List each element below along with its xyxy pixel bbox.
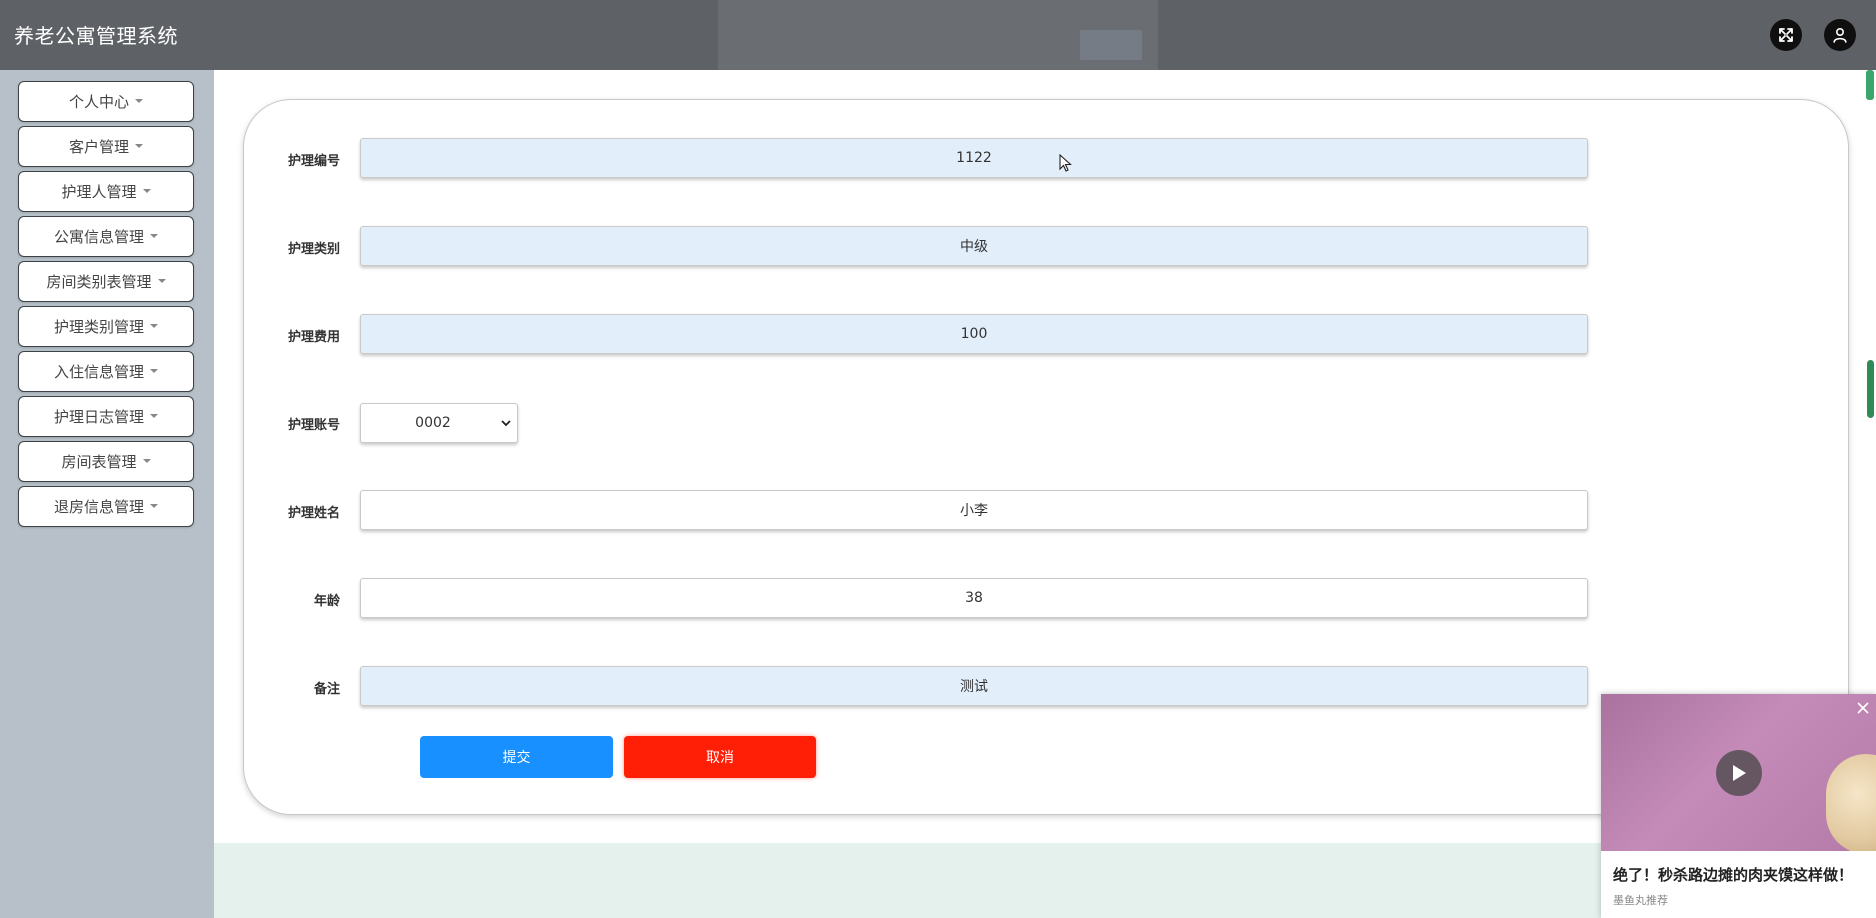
care-code-label: 护理编号 [287, 154, 340, 169]
sidebar-item-customer-management[interactable]: 客户管理 [18, 126, 194, 167]
sidebar-item-label: 客户管理 [68, 138, 129, 156]
sidebar-item-checkin-info[interactable]: 入住信息管理 [18, 351, 194, 392]
sidebar: 个人中心 客户管理 护理人管理 公寓信息管理 房间类别表管理 护理类别管理 入住… [0, 70, 214, 918]
ad-source: 墨鱼丸推荐 [1613, 894, 1668, 907]
cancel-button[interactable]: 取消 [624, 736, 816, 778]
care-code-input[interactable] [360, 138, 1588, 178]
background-overlay-button [1080, 30, 1142, 60]
fullscreen-button[interactable] [1770, 19, 1802, 51]
chevron-down-icon [495, 419, 517, 427]
close-icon [1857, 702, 1869, 714]
sidebar-item-label: 入住信息管理 [53, 363, 144, 381]
sidebar-item-label: 个人中心 [68, 93, 129, 111]
caret-down-icon [150, 503, 158, 508]
top-header: 养老公寓管理系统 [0, 0, 1876, 71]
care-category-label: 护理类别 [287, 242, 340, 257]
sidebar-item-label: 护理人管理 [61, 183, 137, 201]
user-menu-button[interactable] [1824, 19, 1856, 51]
age-label: 年龄 [313, 594, 340, 609]
care-category-input[interactable] [360, 226, 1588, 266]
sidebar-item-care-log[interactable]: 护理日志管理 [18, 396, 194, 437]
sidebar-item-care-category[interactable]: 护理类别管理 [18, 306, 194, 347]
care-account-selected-value: 0002 [415, 415, 451, 431]
caret-down-icon [142, 458, 151, 463]
food-image [1826, 754, 1876, 851]
caret-down-icon [135, 98, 143, 103]
scrollbar-top-indicator[interactable] [1866, 70, 1874, 100]
sidebar-item-label: 护理日志管理 [53, 408, 144, 426]
sidebar-item-label: 房间类别表管理 [46, 273, 152, 291]
sidebar-item-room-table[interactable]: 房间表管理 [18, 441, 194, 482]
app-title: 养老公寓管理系统 [14, 24, 178, 48]
care-account-select[interactable]: 0002 [360, 403, 518, 443]
sidebar-item-label: 公寓信息管理 [53, 228, 144, 246]
sidebar-item-room-category[interactable]: 房间类别表管理 [18, 261, 194, 302]
sidebar-item-label: 护理类别管理 [53, 318, 144, 336]
scrollbar-thumb[interactable] [1867, 360, 1874, 418]
caret-down-icon [150, 368, 158, 373]
care-fee-input[interactable] [360, 314, 1588, 354]
sidebar-item-label: 退房信息管理 [53, 498, 144, 516]
ad-video-thumbnail[interactable] [1601, 694, 1876, 851]
remark-input[interactable] [360, 666, 1588, 706]
user-icon [1833, 27, 1847, 43]
submit-button[interactable]: 提交 [420, 736, 613, 778]
caret-down-icon [135, 143, 143, 148]
caret-down-icon [157, 278, 166, 283]
mouse-cursor-icon [1059, 154, 1072, 172]
care-fee-label: 护理费用 [287, 330, 340, 345]
caret-down-icon [150, 323, 158, 328]
ad-close-button[interactable] [1855, 700, 1871, 716]
sidebar-menu: 个人中心 客户管理 护理人管理 公寓信息管理 房间类别表管理 护理类别管理 入住… [18, 81, 194, 531]
care-name-input[interactable] [360, 490, 1588, 530]
ad-title[interactable]: 绝了！秒杀路边摊的肉夹馍这样做！ [1613, 864, 1853, 885]
play-icon [1733, 765, 1746, 781]
care-name-label: 护理姓名 [287, 506, 340, 521]
caret-down-icon [142, 188, 151, 193]
sidebar-item-apartment-info[interactable]: 公寓信息管理 [18, 216, 194, 257]
remark-label: 备注 [313, 682, 340, 697]
caret-down-icon [150, 413, 158, 418]
age-input[interactable] [360, 578, 1588, 618]
sidebar-item-checkout-info[interactable]: 退房信息管理 [18, 486, 194, 527]
sidebar-item-caregiver-management[interactable]: 护理人管理 [18, 171, 194, 212]
sidebar-item-personal-center[interactable]: 个人中心 [18, 81, 194, 122]
care-account-label: 护理账号 [287, 418, 340, 433]
sidebar-item-label: 房间表管理 [61, 453, 137, 471]
expand-icon [1779, 28, 1793, 42]
caret-down-icon [150, 233, 158, 238]
play-button[interactable] [1716, 750, 1762, 796]
ad-popup[interactable]: 绝了！秒杀路边摊的肉夹馍这样做！ 墨鱼丸推荐 [1601, 694, 1876, 918]
